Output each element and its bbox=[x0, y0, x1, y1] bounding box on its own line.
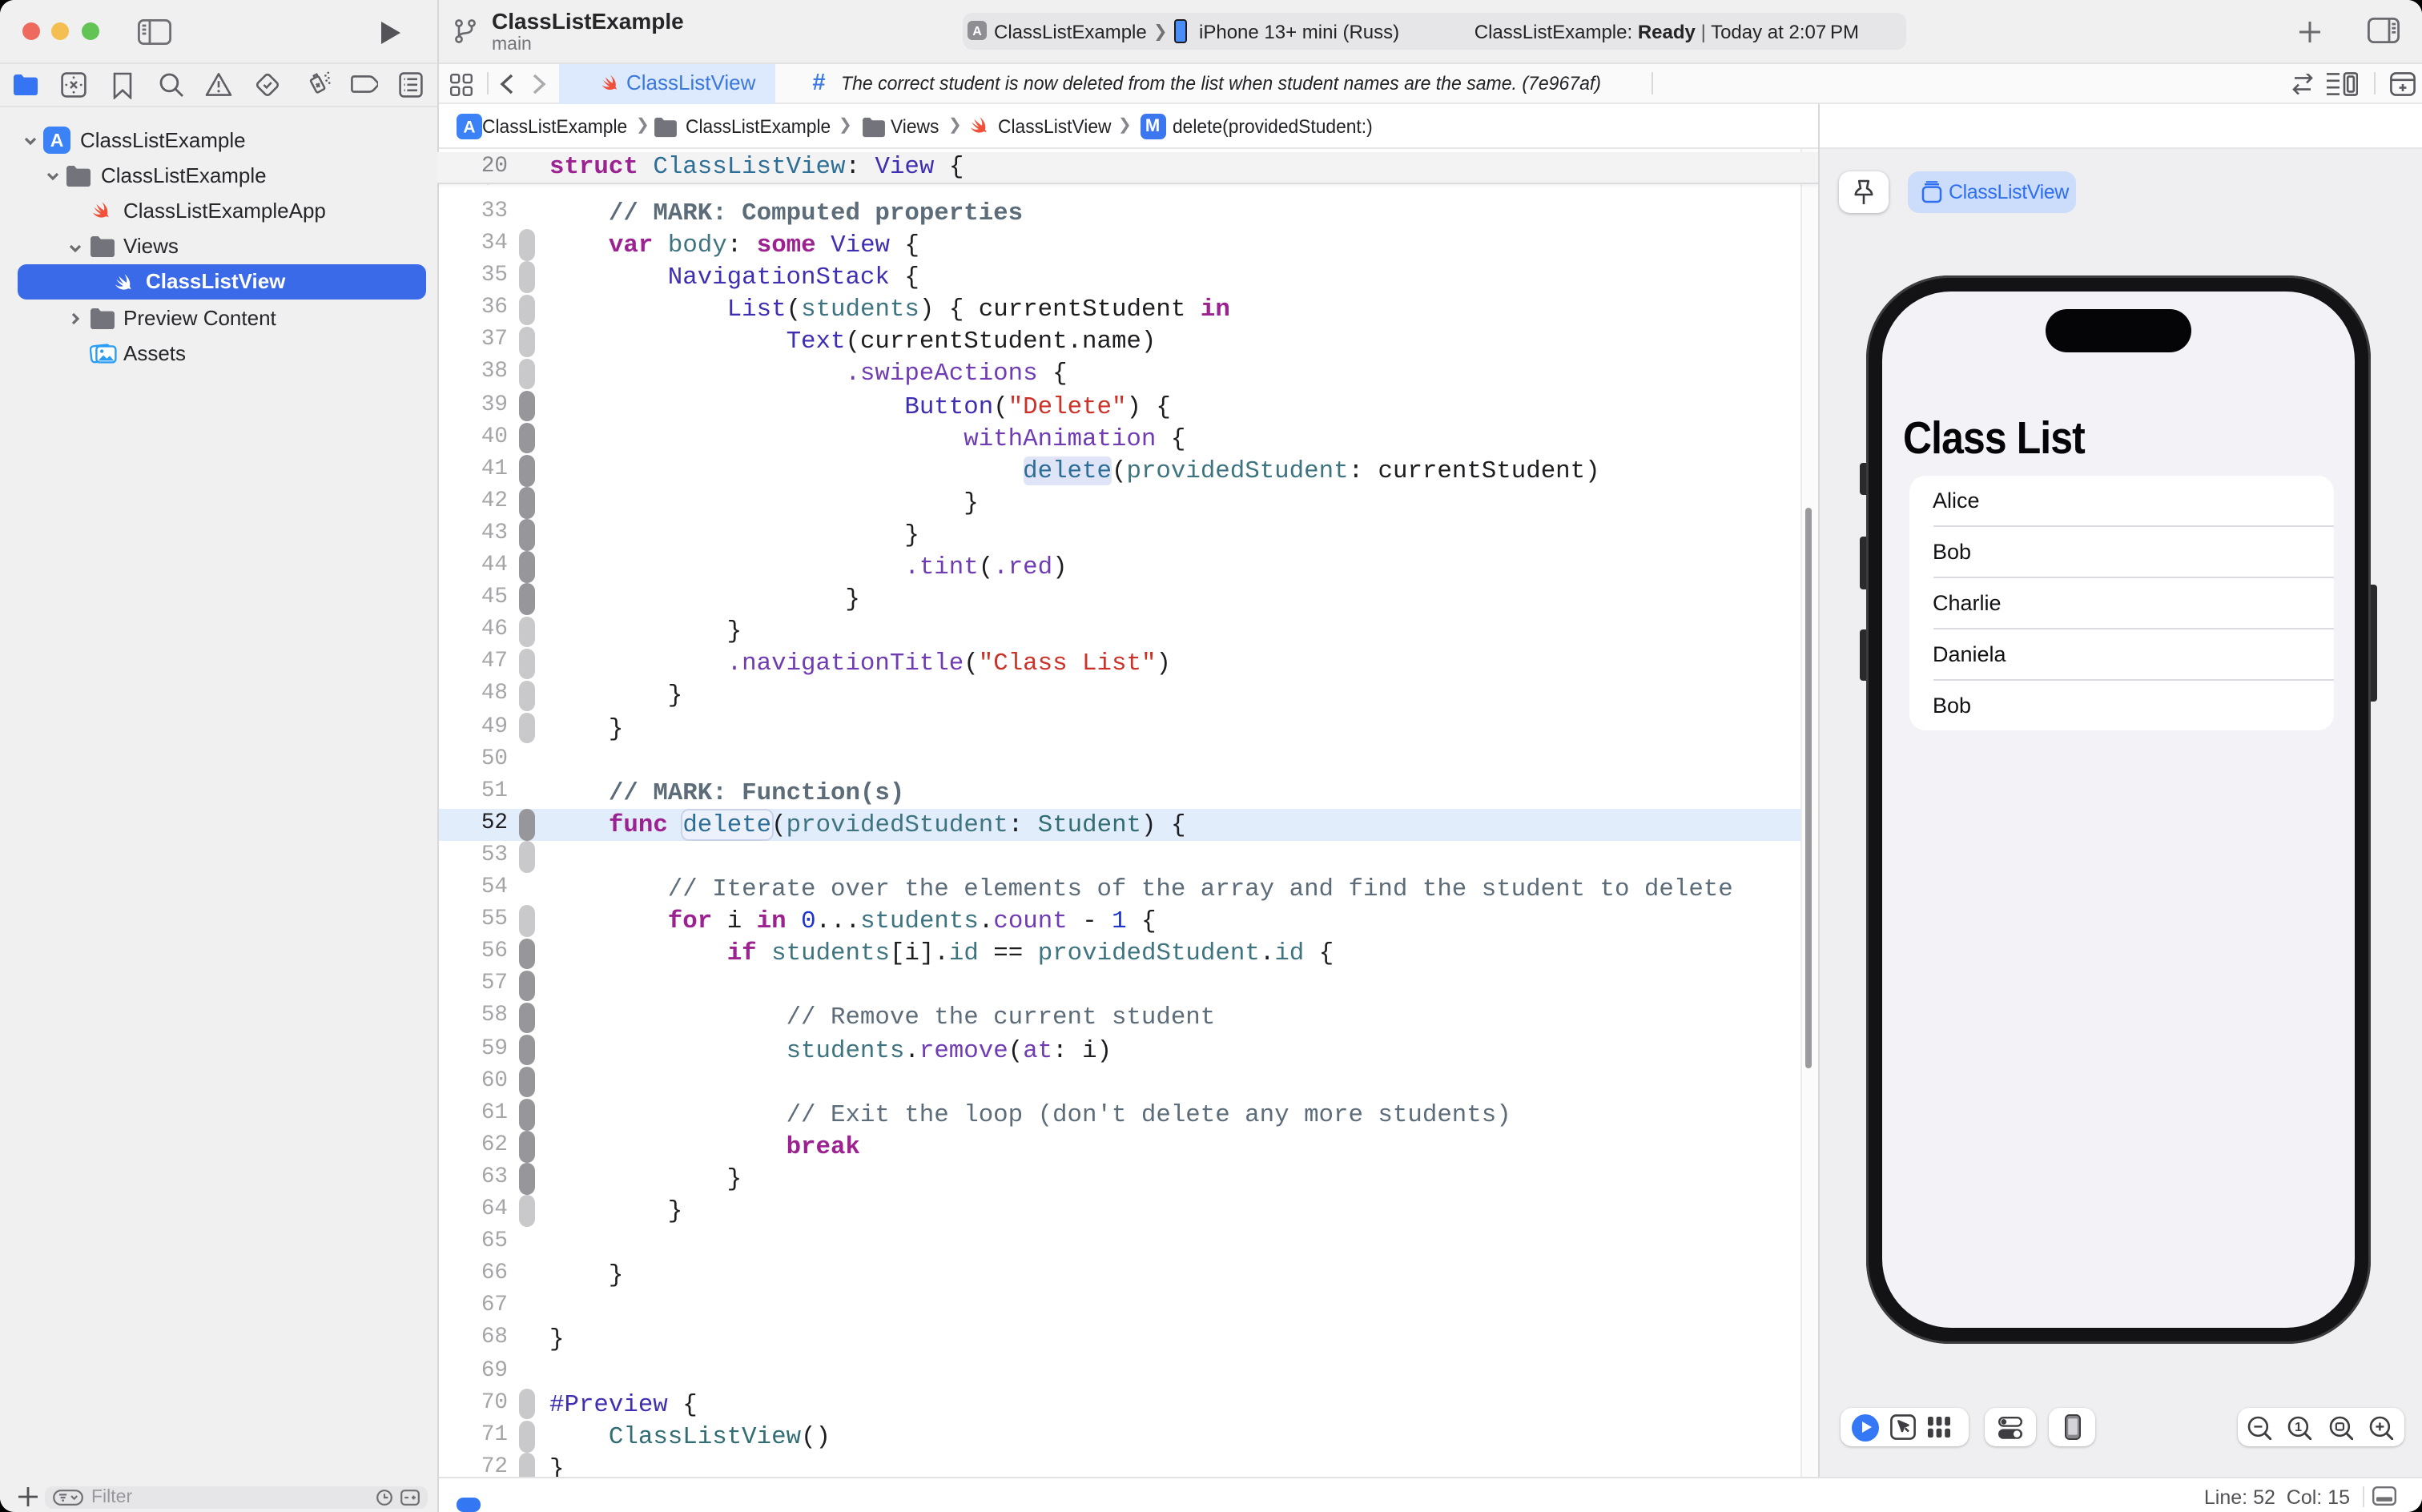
svg-text:1: 1 bbox=[2295, 1420, 2302, 1434]
svg-text:A: A bbox=[463, 118, 475, 136]
svg-text:A: A bbox=[50, 130, 64, 151]
svg-text:A: A bbox=[972, 24, 981, 38]
